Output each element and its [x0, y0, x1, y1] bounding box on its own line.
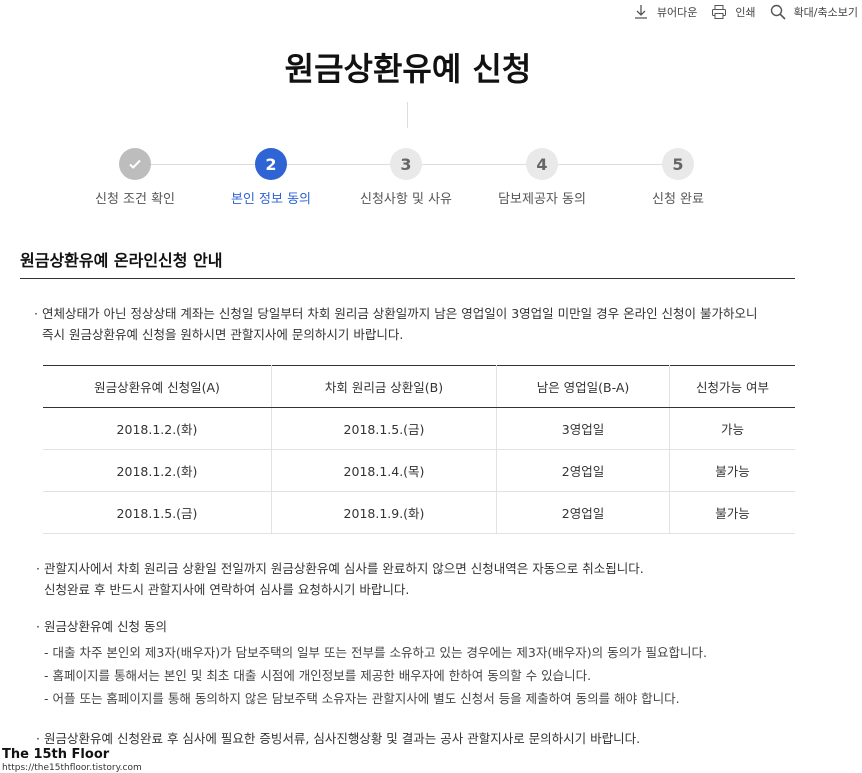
table-cell: 2018.1.5.(금): [43, 491, 272, 534]
print-label: 인쇄: [735, 6, 756, 19]
consent-item-2: - 홈페이지를 통해서는 본인 및 최초 대출 시점에 개인정보를 제공한 배우…: [44, 668, 592, 683]
notice-1-line1: 연체상태가 아닌 정상상태 계좌는 신청일 당일부터 차회 원리금 상환일까지 …: [42, 306, 758, 321]
business-day-table: 원금상환유예 신청일(A) 차회 원리금 상환일(B) 남은 영업일(B-A) …: [43, 365, 795, 534]
toolbar: 뷰어다운 인쇄 확대/축소보기: [633, 4, 858, 20]
watermark-title: The 15th Floor: [2, 747, 110, 762]
watermark: The 15th Floor https://the15thfloor.tist…: [2, 747, 142, 773]
printer-icon: [712, 5, 727, 19]
notice-1-line2: 즉시 원금상환유예 신청을 원하시면 관할지사에 문의하시기 바랍니다.: [42, 327, 404, 342]
notice-3-text: 원금상환유예 신청완료 후 심사에 필요한 증빙서류, 심사진행상황 및 결과는…: [44, 731, 641, 746]
table-cell: 2018.1.2.(화): [43, 449, 272, 492]
zoom-button[interactable]: 확대/축소보기: [770, 4, 858, 20]
table-cell: 2018.1.4.(목): [271, 449, 497, 492]
download-icon: [634, 5, 647, 19]
step-label: 담보제공자 동의: [498, 192, 586, 207]
viewer-download-label: 뷰어다운: [656, 6, 698, 19]
table-row: 2018.1.2.(화) 2018.1.5.(금) 3영업일 가능: [43, 407, 795, 450]
notice-2-line1: 관할지사에서 차회 원리금 상환일 전일까지 원금상환유예 심사를 완료하지 않…: [44, 561, 644, 576]
table-header: 신청가능 여부: [669, 365, 795, 408]
progress-steps: 신청 조건 확인 2 본인 정보 동의 3 신청사항 및 사유 4 담보제공자 …: [0, 148, 816, 208]
search-icon: [770, 4, 786, 20]
step-number: 3: [390, 148, 422, 180]
check-icon: [119, 148, 151, 180]
table-cell: 3영업일: [496, 407, 670, 450]
step-number: 5: [662, 148, 694, 180]
table-cell: 불가능: [669, 449, 795, 492]
watermark-url: https://the15thfloor.tistory.com: [2, 763, 142, 773]
step-5: 5 신청 완료: [613, 148, 743, 207]
consent-item-3: - 어플 또는 홈페이지를 통해 동의하지 않은 담보주택 소유자는 관할지사에…: [44, 691, 680, 706]
step-label: 본인 정보 동의: [230, 192, 312, 207]
table-cell: 2영업일: [496, 449, 670, 492]
table-cell: 불가능: [669, 491, 795, 534]
table-header-row: 원금상환유예 신청일(A) 차회 원리금 상환일(B) 남은 영업일(B-A) …: [43, 365, 795, 408]
table-cell: 2018.1.2.(화): [43, 407, 272, 450]
step-1: 신청 조건 확인: [70, 148, 200, 207]
page-title: 원금상환유예 신청: [284, 50, 532, 88]
table-cell: 2018.1.9.(화): [271, 491, 497, 534]
table-header: 차회 원리금 상환일(B): [271, 365, 497, 408]
table-row: 2018.1.2.(화) 2018.1.4.(목) 2영업일 불가능: [43, 449, 795, 492]
divider: [407, 102, 408, 128]
step-label: 신청 조건 확인: [94, 192, 176, 207]
print-button[interactable]: 인쇄: [711, 4, 756, 20]
notice-2: 관할지사에서 차회 원리금 상환일 전일까지 원금상환유예 심사를 완료하지 않…: [36, 558, 804, 600]
table-cell: 2영업일: [496, 491, 670, 534]
table-header: 원금상환유예 신청일(A): [43, 365, 272, 408]
notice-1: 연체상태가 아닌 정상상태 계좌는 신청일 당일부터 차회 원리금 상환일까지 …: [34, 303, 802, 345]
notice-2-line2: 신청완료 후 반드시 관할지사에 연락하여 심사를 요청하시기 바랍니다.: [44, 582, 410, 597]
notice-3: 원금상환유예 신청완료 후 심사에 필요한 증빙서류, 심사진행상황 및 결과는…: [36, 728, 804, 749]
consent-title: 원금상환유예 신청 동의: [36, 616, 804, 637]
section-title: 원금상환유예 온라인신청 안내: [20, 251, 223, 270]
step-label: 신청사항 및 사유: [360, 192, 452, 207]
step-number: 4: [526, 148, 558, 180]
step-2: 2 본인 정보 동의: [206, 148, 336, 207]
table-cell: 2018.1.5.(금): [271, 407, 497, 450]
consent-title-text: 원금상환유예 신청 동의: [44, 619, 167, 634]
zoom-label: 확대/축소보기: [793, 6, 858, 19]
step-4: 4 담보제공자 동의: [477, 148, 607, 207]
viewer-download-button[interactable]: 뷰어다운: [633, 4, 697, 20]
table-header: 남은 영업일(B-A): [496, 365, 670, 408]
step-label: 신청 완료: [652, 192, 704, 207]
consent-item-1: - 대출 차주 본인외 제3자(배우자)가 담보주택의 일부 또는 전부를 소유…: [44, 645, 708, 660]
table-cell: 가능: [669, 407, 795, 450]
step-number: 2: [255, 148, 287, 180]
table-row: 2018.1.5.(금) 2018.1.9.(화) 2영업일 불가능: [43, 491, 795, 534]
step-3: 3 신청사항 및 사유: [341, 148, 471, 207]
section-divider: [20, 278, 795, 279]
